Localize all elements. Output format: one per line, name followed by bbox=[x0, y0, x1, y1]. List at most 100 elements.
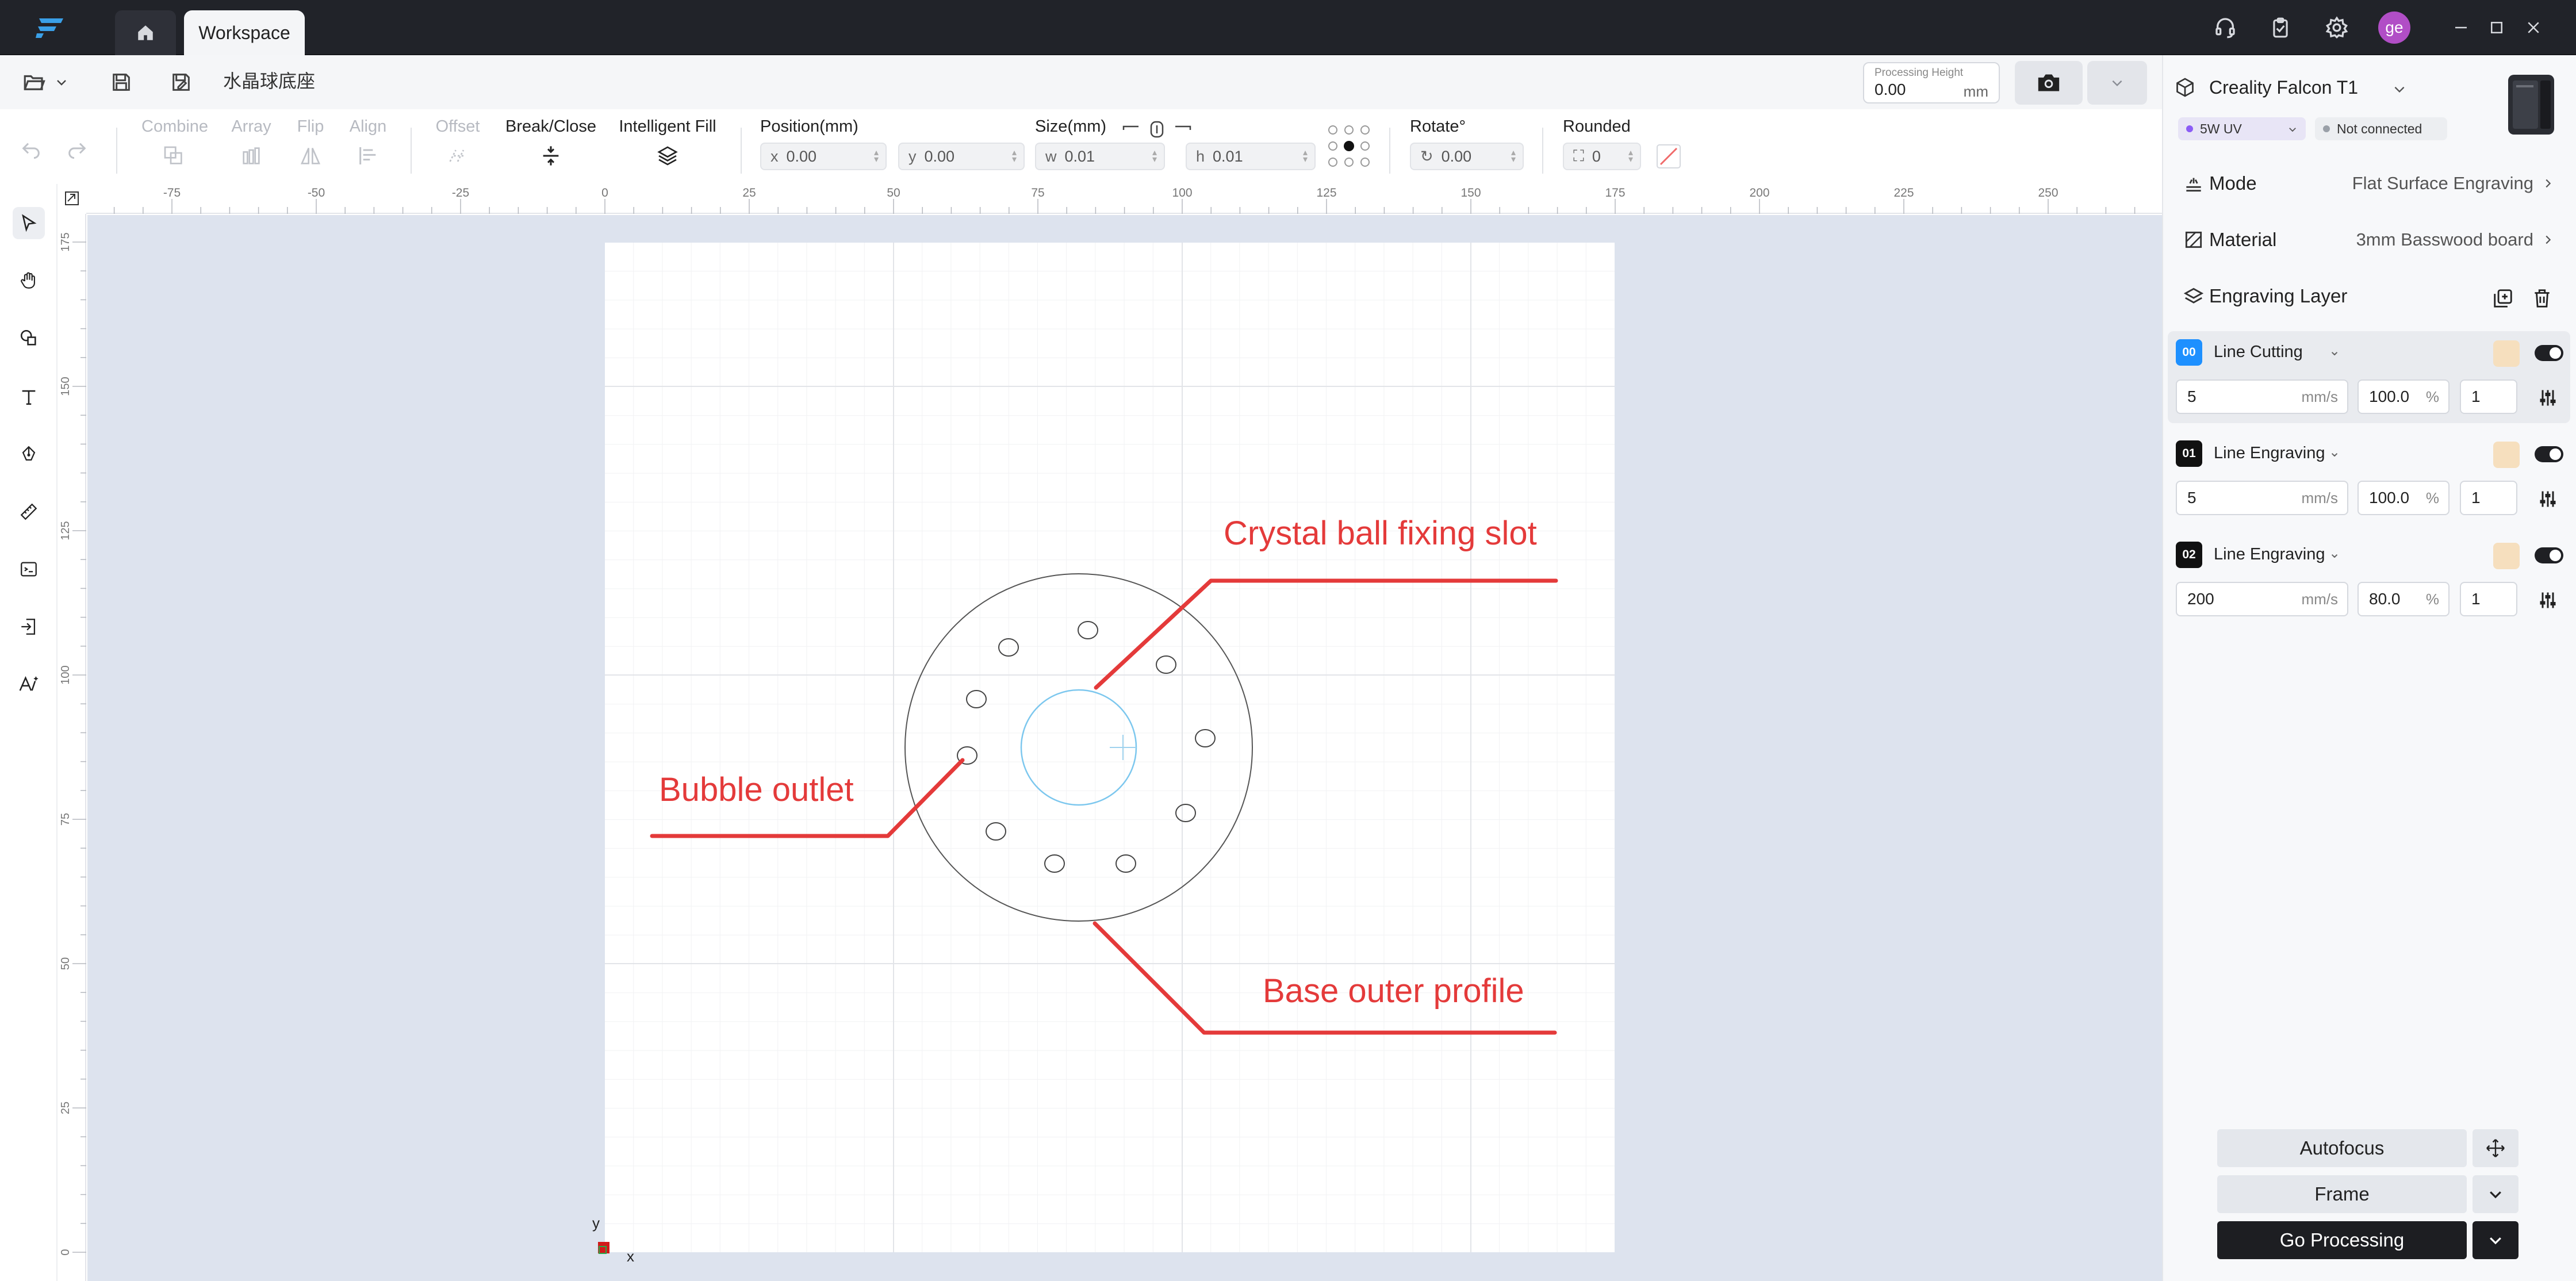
layer-name[interactable]: Line Cutting bbox=[2214, 343, 2303, 362]
bubble-holes[interactable] bbox=[957, 621, 1216, 873]
layer-speed-value[interactable]: 5 bbox=[2187, 388, 2196, 406]
layer-speed-input[interactable]: 5 mm/s bbox=[2176, 481, 2348, 515]
layer-settings-icon[interactable] bbox=[2537, 489, 2559, 509]
layer-power-input[interactable]: 80.0 % bbox=[2358, 582, 2450, 616]
minimize-icon[interactable] bbox=[2447, 14, 2475, 41]
layer-power-input[interactable]: 100.0 % bbox=[2358, 481, 2450, 515]
clipboard-icon[interactable] bbox=[2266, 13, 2295, 43]
material-row[interactable]: Material 3mm Basswood board bbox=[2168, 213, 2570, 267]
add-layer-icon[interactable] bbox=[2492, 287, 2514, 309]
frame-dropdown-button[interactable] bbox=[2472, 1175, 2518, 1213]
layer-speed-input[interactable]: 5 mm/s bbox=[2176, 379, 2348, 414]
layer-name[interactable]: Line Engraving bbox=[2214, 444, 2325, 463]
bubble-hole[interactable] bbox=[1044, 854, 1065, 873]
layer-speed-unit: mm/s bbox=[2301, 590, 2338, 608]
move-icon bbox=[2486, 1139, 2505, 1157]
layer-speed-unit: mm/s bbox=[2301, 388, 2338, 405]
device-name[interactable]: Creality Falcon T1 bbox=[2209, 77, 2358, 98]
layer-settings-icon[interactable] bbox=[2537, 388, 2559, 408]
layers-icon bbox=[2183, 287, 2204, 304]
chevron-down-icon[interactable]: ⌄ bbox=[2329, 545, 2340, 562]
layer-passes-input[interactable]: 1 bbox=[2460, 481, 2517, 515]
bubble-hole[interactable] bbox=[1175, 804, 1196, 822]
layer-speed-value[interactable]: 5 bbox=[2187, 489, 2196, 507]
layer-power-input[interactable]: 100.0 % bbox=[2358, 379, 2450, 414]
connection-status-value: Not connected bbox=[2337, 121, 2422, 136]
layer-passes-value[interactable]: 1 bbox=[2471, 489, 2481, 507]
layer-power-value[interactable]: 80.0 bbox=[2369, 590, 2401, 608]
layer-item-02[interactable]: 02 Line Engraving ⌄ 200 mm/s 80.0 % 1 bbox=[2168, 534, 2570, 626]
layer-power-unit: % bbox=[2425, 590, 2439, 608]
layer-power-value[interactable]: 100.0 bbox=[2369, 388, 2409, 406]
chevron-right-icon bbox=[2546, 179, 2551, 188]
bubble-hole[interactable] bbox=[986, 822, 1006, 841]
device-image bbox=[2508, 75, 2554, 135]
material-icon bbox=[2185, 231, 2202, 248]
layer-visibility-toggle[interactable] bbox=[2535, 345, 2563, 361]
layer-speed-unit: mm/s bbox=[2301, 489, 2338, 507]
layer-power-value[interactable]: 100.0 bbox=[2369, 489, 2409, 507]
layer-passes-value[interactable]: 1 bbox=[2471, 388, 2481, 406]
bubble-outlet-annotation: Bubble outlet bbox=[659, 771, 854, 808]
mode-value: Flat Surface Engraving bbox=[2352, 173, 2533, 193]
delete-layer-icon[interactable] bbox=[2531, 287, 2553, 309]
layer-speed-value[interactable]: 200 bbox=[2187, 590, 2214, 608]
chevron-right-icon bbox=[2546, 235, 2551, 244]
chevron-down-icon bbox=[2490, 1237, 2501, 1245]
layer-power-unit: % bbox=[2425, 388, 2439, 405]
layer-visibility-toggle[interactable] bbox=[2535, 547, 2563, 563]
go-processing-dropdown-button[interactable] bbox=[2472, 1221, 2518, 1259]
laser-dot bbox=[2186, 125, 2193, 132]
material-value: 3mm Basswood board bbox=[2356, 229, 2533, 250]
bubble-hole[interactable] bbox=[1116, 854, 1136, 873]
frame-button[interactable]: Frame bbox=[2217, 1175, 2467, 1213]
layer-item-01[interactable]: 01 Line Engraving ⌄ 5 mm/s 100.0 % 1 bbox=[2168, 432, 2570, 524]
crystal-slot-annotation: Crystal ball fixing slot bbox=[1224, 515, 1537, 552]
mode-label: Mode bbox=[2209, 172, 2257, 194]
layer-color-swatch[interactable] bbox=[2493, 340, 2520, 367]
bubble-hole[interactable] bbox=[1156, 655, 1176, 674]
autofocus-button[interactable]: Autofocus bbox=[2217, 1129, 2467, 1167]
mode-icon bbox=[2186, 178, 2201, 192]
layer-passes-input[interactable]: 1 bbox=[2460, 582, 2517, 616]
go-processing-button[interactable]: Go Processing bbox=[2217, 1221, 2467, 1259]
layer-item-00[interactable]: 00 Line Cutting ⌄ 5 mm/s 100.0 % 1 bbox=[2168, 331, 2570, 423]
origin-y-label: y bbox=[592, 1214, 600, 1232]
layer-color-swatch[interactable] bbox=[2493, 442, 2520, 468]
layer-visibility-toggle[interactable] bbox=[2535, 446, 2563, 462]
layer-power-unit: % bbox=[2425, 489, 2439, 507]
bubble-hole[interactable] bbox=[998, 638, 1019, 657]
layer-passes-input[interactable]: 1 bbox=[2460, 379, 2517, 414]
mode-row[interactable]: Mode Flat Surface Engraving bbox=[2168, 156, 2570, 210]
layer-number-badge: 02 bbox=[2176, 542, 2202, 568]
support-icon[interactable] bbox=[2210, 13, 2240, 43]
avatar[interactable]: ge bbox=[2378, 11, 2410, 44]
layer-settings-icon[interactable] bbox=[2537, 590, 2559, 611]
connection-status[interactable]: Not connected bbox=[2315, 117, 2447, 140]
layer-number-badge: 01 bbox=[2176, 440, 2202, 467]
chevron-down-icon bbox=[2490, 1191, 2501, 1199]
origin-x-label: x bbox=[627, 1248, 634, 1265]
chevron-down-icon[interactable]: ⌄ bbox=[2329, 343, 2340, 359]
material-label: Material bbox=[2209, 229, 2277, 250]
layer-color-swatch[interactable] bbox=[2493, 543, 2520, 569]
layer-number-badge: 00 bbox=[2176, 339, 2202, 366]
bubble-hole[interactable] bbox=[966, 690, 987, 708]
device-icon bbox=[2176, 78, 2194, 97]
autofocus-move-button[interactable] bbox=[2472, 1129, 2518, 1167]
layer-speed-input[interactable]: 200 mm/s bbox=[2176, 582, 2348, 616]
layer-passes-value[interactable]: 1 bbox=[2471, 590, 2481, 608]
layer-name[interactable]: Line Engraving bbox=[2214, 545, 2325, 564]
bubble-hole[interactable] bbox=[1195, 729, 1216, 747]
chevron-down-icon[interactable]: ⌄ bbox=[2329, 444, 2340, 461]
maximize-icon[interactable] bbox=[2483, 14, 2510, 41]
settings-icon[interactable] bbox=[2322, 13, 2352, 43]
chevron-down-icon[interactable] bbox=[2392, 82, 2407, 97]
status-dot bbox=[2323, 125, 2330, 132]
close-icon[interactable] bbox=[2520, 14, 2547, 41]
laser-module-value: 5W UV bbox=[2200, 121, 2242, 136]
bubble-hole[interactable] bbox=[1078, 621, 1098, 639]
base-profile-annotation: Base outer profile bbox=[1263, 972, 1524, 1010]
chevron-down-icon bbox=[2289, 128, 2296, 132]
laser-module-select[interactable]: 5W UV bbox=[2178, 117, 2306, 140]
